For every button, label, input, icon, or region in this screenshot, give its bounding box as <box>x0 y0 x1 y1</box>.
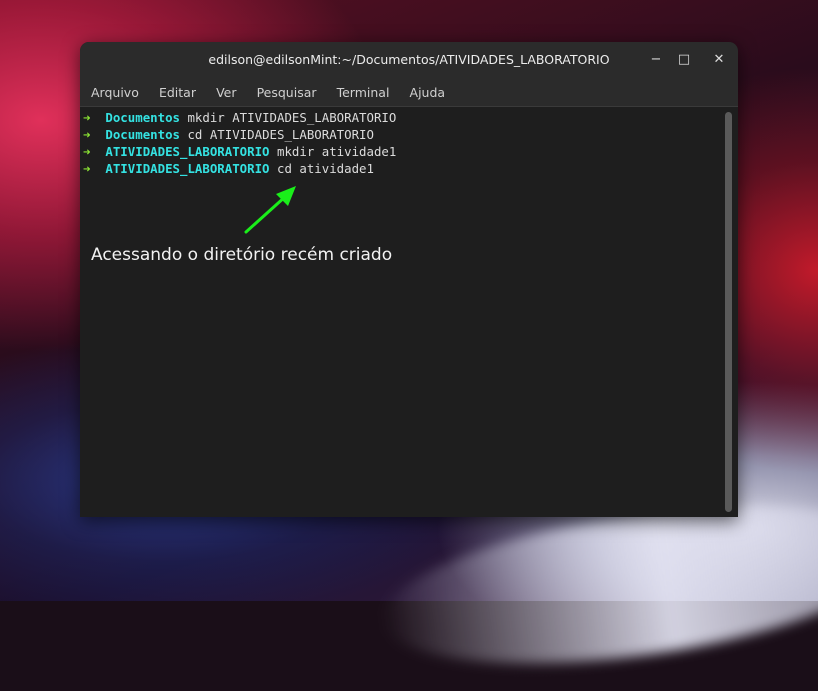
scrollbar-thumb[interactable] <box>725 112 732 512</box>
prompt-arrow-icon: ➜ <box>83 127 91 142</box>
prompt-directory: ATIVIDADES_LABORATORIO <box>105 144 270 159</box>
prompt-directory: ATIVIDADES_LABORATORIO <box>105 161 270 176</box>
menu-ajuda[interactable]: Ajuda <box>410 78 446 100</box>
annotation-text: Acessando o diretório recém criado <box>91 245 393 265</box>
window-title: edilson@edilsonMint:~/Documentos/ATIVIDA… <box>208 52 610 67</box>
terminal-line: ➜ ATIVIDADES_LABORATORIO mkdir atividade… <box>83 143 396 160</box>
prompt-arrow-icon: ➜ <box>83 161 91 176</box>
terminal-line: ➜ Documentos cd ATIVIDADES_LABORATORIO <box>83 126 374 143</box>
close-button[interactable]: ✕ <box>707 48 731 72</box>
title-bar[interactable]: edilson@edilsonMint:~/Documentos/ATIVIDA… <box>80 42 738 78</box>
menu-bar: Arquivo Editar Ver Pesquisar Terminal Aj… <box>80 78 738 107</box>
maximize-button[interactable]: □ <box>672 48 696 72</box>
menu-ver[interactable]: Ver <box>216 78 236 100</box>
menu-editar[interactable]: Editar <box>159 78 196 100</box>
command-text: cd ATIVIDADES_LABORATORIO <box>187 127 374 142</box>
prompt-arrow-icon: ➜ <box>83 110 91 125</box>
terminal-line: ➜ Documentos mkdir ATIVIDADES_LABORATORI… <box>83 109 396 126</box>
terminal-window: edilson@edilsonMint:~/Documentos/ATIVIDA… <box>80 42 738 517</box>
terminal-output[interactable]: ➜ Documentos mkdir ATIVIDADES_LABORATORI… <box>80 107 722 517</box>
menu-terminal[interactable]: Terminal <box>337 78 390 100</box>
annotation-arrow-icon <box>244 186 296 234</box>
scrollbar[interactable] <box>723 109 735 514</box>
prompt-directory: Documentos <box>105 127 180 142</box>
prompt-arrow-icon: ➜ <box>83 144 91 159</box>
menu-arquivo[interactable]: Arquivo <box>91 78 139 100</box>
command-text: cd atividade1 <box>276 161 374 176</box>
prompt-directory: Documentos <box>105 110 180 125</box>
menu-pesquisar[interactable]: Pesquisar <box>257 78 317 100</box>
terminal-line: ➜ ATIVIDADES_LABORATORIO cd atividade1 <box>83 160 374 177</box>
command-text: mkdir atividade1 <box>276 144 397 159</box>
command-text: mkdir ATIVIDADES_LABORATORIO <box>187 110 397 125</box>
minimize-button[interactable]: − <box>644 48 668 72</box>
